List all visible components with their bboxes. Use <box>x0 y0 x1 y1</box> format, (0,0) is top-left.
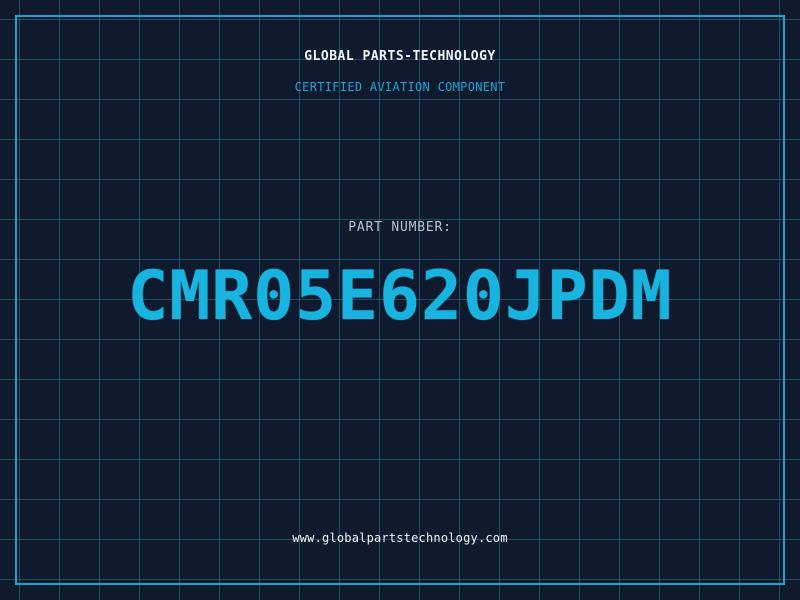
part-card: GLOBAL PARTS-TECHNOLOGY CERTIFIED AVIATI… <box>0 0 800 600</box>
part-number-value: CMR05E620JPDM <box>127 257 673 336</box>
part-number-label: PART NUMBER: <box>348 220 452 235</box>
website-link[interactable]: www.globalpartstechnology.com <box>0 531 800 545</box>
brand-title: GLOBAL PARTS-TECHNOLOGY <box>304 49 496 64</box>
certification-subtitle: CERTIFIED AVIATION COMPONENT <box>294 80 506 94</box>
